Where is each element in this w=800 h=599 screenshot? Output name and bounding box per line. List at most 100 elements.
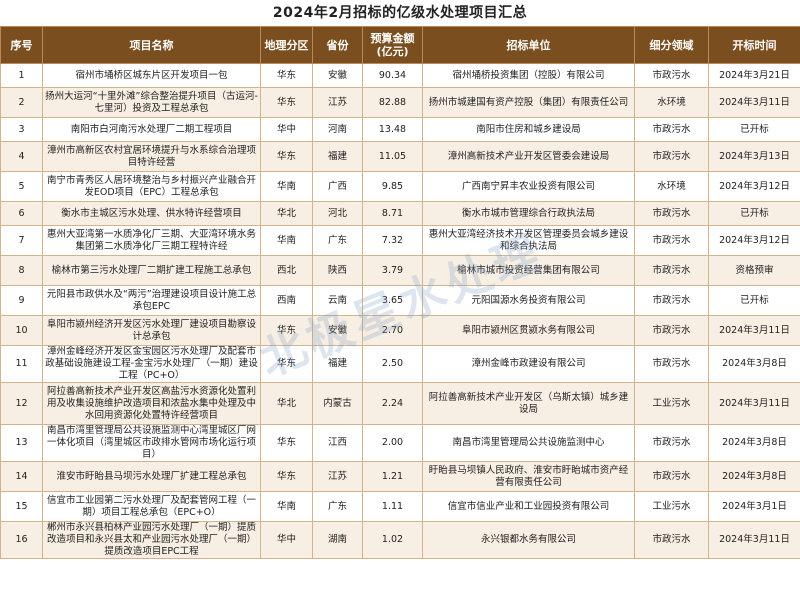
header-cell: 细分领域 [634, 26, 709, 64]
table-row: 11 漳州金峰经济开发区金宝园区污水处理厂及配套市政基础设施建设工程-金宝污水处理… [0, 345, 800, 383]
table-row: 15 信宜市工业园第二污水处理厂及配套管网工程（一期）项目工程总承包（EPC+O）… [0, 491, 800, 522]
cell-date: 2024年3月12日 [708, 171, 800, 202]
cell-field: 市政污水 [634, 315, 709, 346]
cell-region: 西南 [260, 285, 313, 316]
cell-province: 内蒙古 [312, 382, 363, 425]
cell-name: 扬州大运河“十里外滩”综合整治提升项目（古运河-七里河）投资及工程总承包 [42, 87, 261, 118]
cell-field: 水环境 [634, 171, 709, 202]
cell-field: 市政污水 [634, 141, 709, 172]
cell-date: 2024年3月1日 [708, 491, 800, 522]
cell-org: 广西南宁昇丰农业投资有限公司 [422, 171, 635, 202]
cell-field: 市政污水 [634, 461, 709, 492]
cell-org: 扬州市城建国有资产控股（集团）有限责任公司 [422, 87, 635, 118]
cell-no: 3 [0, 117, 43, 142]
table-row: 4 漳州市高新区农村宜居环境提升与水系综合治理项目特许经营 华东 福建 11.05 漳州高… [0, 141, 800, 172]
cell-province: 河北 [312, 201, 363, 226]
table-row: 6 衡水市主城区污水处理、供水特许经营项目 华北 河北 8.71 衡水市城市管理综合行政执… [0, 201, 800, 226]
cell-amount: 90.34 [362, 63, 423, 88]
table-row: 10 阜阳市颍州经济开发区污水处理厂建设项目勘察设计总承包 华东 安徽 2.70 阜阳市颍… [0, 315, 800, 346]
cell-region: 华南 [260, 171, 313, 202]
cell-date: 2024年3月13日 [708, 141, 800, 172]
cell-amount: 1.21 [362, 461, 423, 492]
cell-date: 2024年3月8日 [708, 461, 800, 492]
header-cell: 地理分区 [260, 26, 313, 64]
cell-amount: 2.24 [362, 382, 423, 425]
cell-amount: 2.70 [362, 315, 423, 346]
cell-field: 市政污水 [634, 285, 709, 316]
cell-org: 漳州高新技术产业开发区管委会建设局 [422, 141, 635, 172]
cell-name: 元阳县市政供水及“两污”治理建设项目设计施工总承包EPC [42, 285, 261, 316]
cell-name: 漳州金峰经济开发区金宝园区污水处理厂及配套市政基础设施建设工程-金宝污水处理厂（… [42, 345, 261, 383]
table-row: 8 榆林市第三污水处理厂二期扩建工程施工总承包 西北 陕西 3.79 榆林市城市投资经营集… [0, 255, 800, 286]
cell-no: 6 [0, 201, 43, 226]
cell-region: 华东 [260, 424, 313, 462]
cell-no: 2 [0, 87, 43, 118]
cell-no: 9 [0, 285, 43, 316]
cell-no: 12 [0, 382, 43, 425]
cell-amount: 3.65 [362, 285, 423, 316]
cell-org: 永兴银都水务有限公司 [422, 521, 635, 559]
cell-region: 华南 [260, 491, 313, 522]
cell-field: 市政污水 [634, 201, 709, 226]
cell-date: 2024年3月11日 [708, 382, 800, 425]
cell-province: 江西 [312, 424, 363, 462]
cell-org: 元阳国源水务投资有限公司 [422, 285, 635, 316]
cell-date: 已开标 [708, 285, 800, 316]
cell-name: 信宜市工业园第二污水处理厂及配套管网工程（一期）项目工程总承包（EPC+O） [42, 491, 261, 522]
cell-province: 云南 [312, 285, 363, 316]
cell-no: 10 [0, 315, 43, 346]
cell-no: 13 [0, 424, 43, 462]
cell-no: 5 [0, 171, 43, 202]
cell-amount: 11.05 [362, 141, 423, 172]
cell-no: 15 [0, 491, 43, 522]
cell-province: 广东 [312, 491, 363, 522]
table-body: 1 宿州市埇桥区城东片区开发项目一包 华东 安徽 90.34 宿州埇桥投资集团（控股）有限… [0, 63, 800, 559]
cell-amount: 7.32 [362, 225, 423, 256]
cell-amount: 8.71 [362, 201, 423, 226]
cell-province: 安徽 [312, 63, 363, 88]
cell-province: 江苏 [312, 87, 363, 118]
table-row: 2 扬州大运河“十里外滩”综合整治提升项目（古运河-七里河）投资及工程总承包 华东江… [0, 87, 800, 118]
header-cell: 预算金额(亿元) [362, 26, 423, 64]
cell-province: 陕西 [312, 255, 363, 286]
project-table: 序号 项目名称 地理分区 省份 预算金额(亿元) 招标单位 细分领域 开标时间 … [0, 26, 800, 559]
cell-date: 2024年3月8日 [708, 424, 800, 462]
table-row: 14 淮安市盱眙县马坝污水处理厂扩建工程总承包 华东 江苏 1.21 盱眙县马坝镇人民政府… [0, 461, 800, 492]
cell-date: 2024年3月11日 [708, 87, 800, 118]
table-row: 1 宿州市埇桥区城东片区开发项目一包 华东 安徽 90.34 宿州埇桥投资集团（控股）有限… [0, 63, 800, 88]
cell-date: 2024年3月21日 [708, 63, 800, 88]
cell-region: 华中 [260, 117, 313, 142]
cell-province: 江苏 [312, 461, 363, 492]
cell-date: 已开标 [708, 201, 800, 226]
cell-org: 榆林市城市投资经营集团有限公司 [422, 255, 635, 286]
cell-field: 工业污水 [634, 382, 709, 425]
cell-region: 华中 [260, 521, 313, 559]
header-cell: 开标时间 [708, 26, 800, 64]
cell-date: 2024年3月11日 [708, 521, 800, 559]
cell-amount: 3.79 [362, 255, 423, 286]
cell-org: 阜阳市颍州区贯颍水务有限公司 [422, 315, 635, 346]
cell-region: 西北 [260, 255, 313, 286]
page: 2024年2月招标的亿级水处理项目汇总 序号 项目名称 地理分区 省份 预算金额… [0, 0, 800, 599]
cell-org: 惠州大亚湾经济技术开发区管理委员会城乡建设和综合执法局 [422, 225, 635, 256]
cell-no: 11 [0, 345, 43, 383]
cell-no: 7 [0, 225, 43, 256]
header-cell: 序号 [0, 26, 43, 64]
cell-no: 4 [0, 141, 43, 172]
cell-amount: 2.50 [362, 345, 423, 383]
cell-amount: 1.02 [362, 521, 423, 559]
cell-name: 南昌市湾里管理局公共设施监测中心湾里城区厂网一体化项目（湾里城区市政排水管网市场… [42, 424, 261, 462]
cell-region: 华东 [260, 87, 313, 118]
cell-field: 市政污水 [634, 255, 709, 286]
cell-amount: 2.00 [362, 424, 423, 462]
header-cell: 省份 [312, 26, 363, 64]
cell-province: 福建 [312, 141, 363, 172]
cell-no: 16 [0, 521, 43, 559]
cell-date: 已开标 [708, 117, 800, 142]
cell-date: 资格预审 [708, 255, 800, 286]
cell-region: 华北 [260, 382, 313, 425]
cell-province: 广西 [312, 171, 363, 202]
table-row: 9 元阳县市政供水及“两污”治理建设项目设计施工总承包EPC 西南 云南 3.65 元阳国… [0, 285, 800, 316]
cell-name: 阿拉善高新技术产业开发区高盐污水资源化处置利用及收集设施维护改造项目和浓盐水集中… [42, 382, 261, 425]
cell-date: 2024年3月11日 [708, 315, 800, 346]
